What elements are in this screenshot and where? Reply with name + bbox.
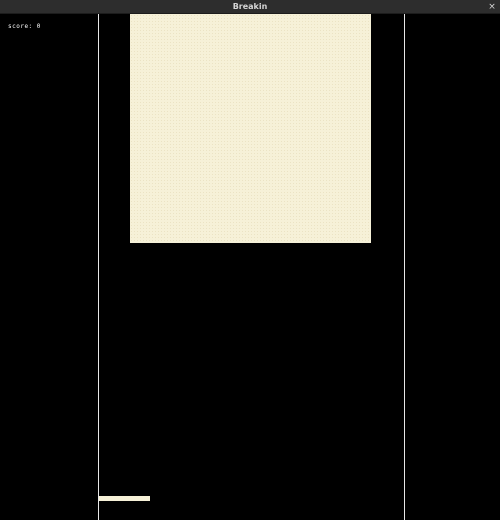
close-icon[interactable]: ×: [486, 1, 498, 13]
window-titlebar: Breakin ×: [0, 0, 500, 14]
right-wall: [404, 14, 405, 520]
left-wall: [98, 14, 99, 520]
score-label: score: 0: [8, 23, 41, 30]
paddle[interactable]: [99, 496, 150, 501]
brick-block: [130, 14, 371, 243]
window-title: Breakin: [232, 2, 268, 11]
game-canvas[interactable]: score: 0: [0, 14, 500, 520]
